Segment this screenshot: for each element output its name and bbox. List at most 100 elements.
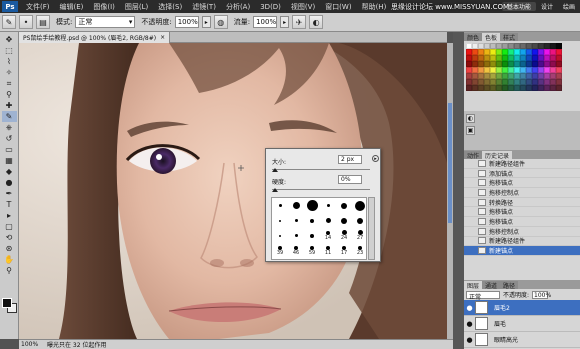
quick-select-tool-icon[interactable]: ✧ <box>2 67 17 78</box>
opacity-dropdown-icon[interactable]: ▸ <box>201 16 211 28</box>
brush-preset-item[interactable] <box>336 198 352 213</box>
healing-brush-tool-icon[interactable]: ✚ <box>2 100 17 111</box>
history-item[interactable]: 拖移控制点 <box>464 188 580 198</box>
opacity-input[interactable]: 100% <box>174 16 199 28</box>
brush-preset-item[interactable] <box>336 213 352 228</box>
history-item[interactable]: 新建路径组件 <box>464 237 580 247</box>
brush-preset-item[interactable]: 27 <box>352 228 368 243</box>
brush-preset-item[interactable] <box>272 213 288 228</box>
airbrush-icon[interactable]: ✈ <box>292 15 307 29</box>
tablet-pressure-opacity-icon[interactable]: ◍ <box>213 15 228 29</box>
eye-icon[interactable]: ● <box>464 320 475 328</box>
brush-preset-item[interactable]: 24 <box>336 228 352 243</box>
tab-paths[interactable]: 路径 <box>500 281 519 290</box>
clone-stamp-tool-icon[interactable]: ⎈ <box>2 122 17 133</box>
pen-tool-icon[interactable]: ✒ <box>2 188 17 199</box>
mode-select[interactable]: 正常 ▾ <box>75 16 136 28</box>
brush-preset-item[interactable]: 14 <box>320 228 336 243</box>
brush-preset-item[interactable] <box>304 213 320 228</box>
layer-row[interactable]: ● 眼睛高光 <box>464 332 580 348</box>
brush-size-slider[interactable] <box>272 169 370 170</box>
brush-preset-item[interactable] <box>320 198 336 213</box>
layer-row[interactable]: ● 眉毛 <box>464 316 580 332</box>
menu-image[interactable]: 图像(I) <box>88 2 120 12</box>
zoom-tool-icon[interactable]: ⚲ <box>2 265 17 276</box>
brush-preset-item[interactable]: 23 <box>352 243 368 258</box>
eyedropper-tool-icon[interactable]: ⚲ <box>2 89 17 100</box>
hardness-slider-knob[interactable] <box>272 188 278 192</box>
hardness-input[interactable]: 0% <box>338 175 362 184</box>
3d-rotate-tool-icon[interactable]: ⟲ <box>2 232 17 243</box>
brush-preset-item[interactable] <box>288 228 304 243</box>
history-item[interactable]: 添加锚点 <box>464 169 580 179</box>
hand-tool-icon[interactable]: ✋ <box>2 254 17 265</box>
brush-preset-item[interactable]: 17 <box>336 243 352 258</box>
menu-analysis[interactable]: 分析(A) <box>221 2 255 12</box>
menu-select[interactable]: 选择(S) <box>153 2 187 12</box>
tab-styles[interactable]: 样式 <box>500 33 519 42</box>
menu-edit[interactable]: 编辑(E) <box>55 2 89 12</box>
brush-preset-item[interactable]: 59 <box>304 243 320 258</box>
move-tool-icon[interactable]: ✥ <box>2 34 17 45</box>
tablet-pressure-size-icon[interactable]: ◐ <box>309 15 324 29</box>
tab-layers[interactable]: 图层 <box>464 281 483 290</box>
marquee-tool-icon[interactable]: ⬚ <box>2 45 17 56</box>
tab-color[interactable]: 颜色 <box>464 33 483 42</box>
brush-size-input[interactable]: 2 px <box>338 155 362 164</box>
history-item[interactable]: 转换路径 <box>464 198 580 208</box>
type-tool-icon[interactable]: T <box>2 199 17 210</box>
flow-input[interactable]: 100% <box>253 16 278 28</box>
foreground-color-swatch[interactable] <box>2 298 12 308</box>
menu-3d[interactable]: 3D(D) <box>255 3 286 11</box>
scrollbar-thumb[interactable] <box>448 103 452 223</box>
brush-preset-item[interactable] <box>352 198 368 213</box>
masks-icon[interactable]: ▣ <box>466 126 475 135</box>
history-item[interactable]: 拖移锚点 <box>464 207 580 218</box>
close-icon[interactable]: × <box>160 34 165 41</box>
brush-preset-item[interactable]: 11 <box>320 243 336 258</box>
workspace-design[interactable]: 设计 <box>536 2 558 11</box>
blend-mode-select[interactable]: 正常 <box>466 290 500 301</box>
brush-menu-icon[interactable]: ▸ <box>372 155 379 162</box>
brush-preset-item[interactable] <box>272 198 288 213</box>
blur-tool-icon[interactable]: ◆ <box>2 166 17 177</box>
adjustments-icon[interactable]: ◐ <box>466 114 475 123</box>
history-brush-tool-icon[interactable]: ↺ <box>2 133 17 144</box>
menu-file[interactable]: 文件(F) <box>21 2 55 12</box>
history-item[interactable]: 新建路径组件 <box>464 159 580 169</box>
history-item[interactable]: 拖移控制点 <box>464 227 580 237</box>
3d-orbit-tool-icon[interactable]: ⊛ <box>2 243 17 254</box>
brush-preset-item[interactable] <box>304 198 320 213</box>
brush-tool-preset-icon[interactable]: ✎ <box>2 15 16 29</box>
brush-preset-item[interactable] <box>304 228 320 243</box>
color-swatch[interactable] <box>556 85 562 91</box>
menu-layer[interactable]: 图层(L) <box>120 2 153 12</box>
brush-size-picker-icon[interactable]: • <box>19 15 33 29</box>
layer-opacity-input[interactable]: 100% <box>532 290 551 299</box>
zoom-level[interactable]: 100% <box>21 341 41 348</box>
eye-icon[interactable]: ● <box>464 304 475 312</box>
gradient-tool-icon[interactable]: ▦ <box>2 155 17 166</box>
history-item[interactable]: 拖移锚点 <box>464 217 580 227</box>
brush-preset-item[interactable]: 46 <box>288 243 304 258</box>
menu-view[interactable]: 视图(V) <box>286 2 320 12</box>
brush-tool-icon[interactable]: ✎ <box>1 111 17 122</box>
history-item[interactable]: 拖移锚点 <box>464 178 580 189</box>
workspace-paint[interactable]: 绘画 <box>558 2 580 11</box>
brush-preset-item[interactable] <box>288 198 304 213</box>
document-canvas[interactable] <box>19 43 447 339</box>
menu-window[interactable]: 窗口(W) <box>320 2 356 12</box>
document-tab[interactable]: PS鼠绘手绘教程.psd @ 100% (眉毛2, RGB/8#) × <box>19 31 171 43</box>
eraser-tool-icon[interactable]: ▭ <box>2 144 17 155</box>
crop-tool-icon[interactable]: ⌗ <box>2 78 17 89</box>
brush-preset-scrollbar[interactable] <box>368 197 375 260</box>
tab-channels[interactable]: 通道 <box>482 281 501 290</box>
dodge-tool-icon[interactable]: ● <box>2 177 17 188</box>
brush-size-slider-knob[interactable] <box>272 168 278 172</box>
hardness-slider[interactable] <box>272 189 370 190</box>
eye-icon[interactable]: ● <box>464 336 475 344</box>
path-select-tool-icon[interactable]: ▸ <box>2 210 17 221</box>
menu-help[interactable]: 帮助(H) <box>357 2 392 12</box>
brush-preset-item[interactable] <box>352 213 368 228</box>
lasso-tool-icon[interactable]: ⌇ <box>2 56 17 67</box>
